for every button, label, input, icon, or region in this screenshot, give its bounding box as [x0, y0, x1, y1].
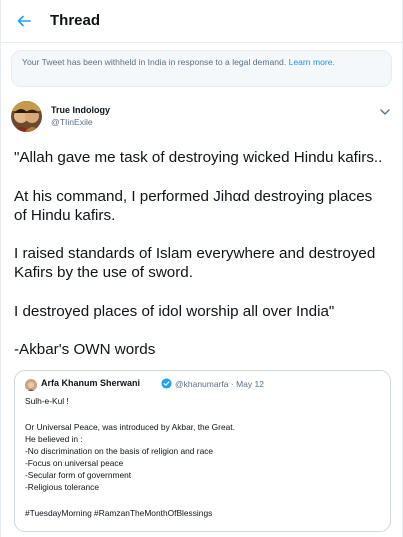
quoted-text-line: He believed in : — [25, 434, 83, 444]
quoted-text-line: Or Universal Peace, was introduced by Ak… — [25, 422, 235, 432]
thread-header: Thread — [1, 0, 403, 43]
author-avatar[interactable] — [11, 101, 42, 132]
tweet-text-line: "Allah gave me task of destroying wicked… — [14, 149, 383, 166]
author-name[interactable]: True Indology — [51, 105, 110, 115]
thread-page: Thread Your Tweet has been withheld in I… — [0, 0, 403, 537]
page-title: Thread — [50, 12, 101, 29]
avatar-image — [25, 380, 37, 391]
verified-badge-icon — [161, 378, 172, 389]
quoted-text-line: -Secular form of government — [25, 470, 132, 480]
chevron-down-icon — [380, 109, 390, 115]
quoted-author-handle-date: @khanumarfa · May 12 — [175, 379, 264, 389]
tweet-text-line: of Hindu kafirs. — [14, 207, 116, 224]
withheld-notice-text: Your Tweet has been withheld in India in… — [22, 57, 287, 67]
back-button[interactable] — [12, 9, 36, 33]
tweet-text-line: I destroyed places of idol worship all o… — [14, 303, 335, 320]
more-options-button[interactable] — [379, 104, 391, 115]
author-handle[interactable]: @TIinExile — [51, 117, 93, 127]
quoted-text-line: -No discrimination on the basis of relig… — [25, 446, 214, 456]
tweet-text-line: I raised standards of Islam everywhere a… — [14, 245, 376, 262]
avatar-image — [11, 101, 42, 132]
quoted-text-line: -Focus on universal peace — [25, 458, 124, 468]
withheld-notice: Your Tweet has been withheld in India in… — [11, 50, 392, 87]
quoted-tweet[interactable]: Arfa Khanum Sherwani @khanumarfa · May 1… — [14, 370, 391, 532]
tweet-text-line: At his command, I performed Jihαd destro… — [14, 188, 373, 205]
quoted-text-line: -Religious tolerance — [25, 482, 100, 492]
tweet-text-line: Kafirs by the use of sword. — [14, 264, 193, 281]
tweet-text-line: -Akbar's OWN words — [14, 341, 156, 358]
arrow-left-icon — [17, 15, 31, 27]
quoted-author-avatar — [25, 379, 37, 391]
quoted-author-name: Arfa Khanum Sherwani — [41, 378, 141, 388]
quoted-hashtags[interactable]: #TuesdayMorning #RamzanTheMonthOfBlessin… — [25, 508, 212, 518]
learn-more-link[interactable]: Learn more. — [289, 57, 335, 67]
quoted-text-line: Sulh-e-Kul ! — [25, 396, 69, 406]
